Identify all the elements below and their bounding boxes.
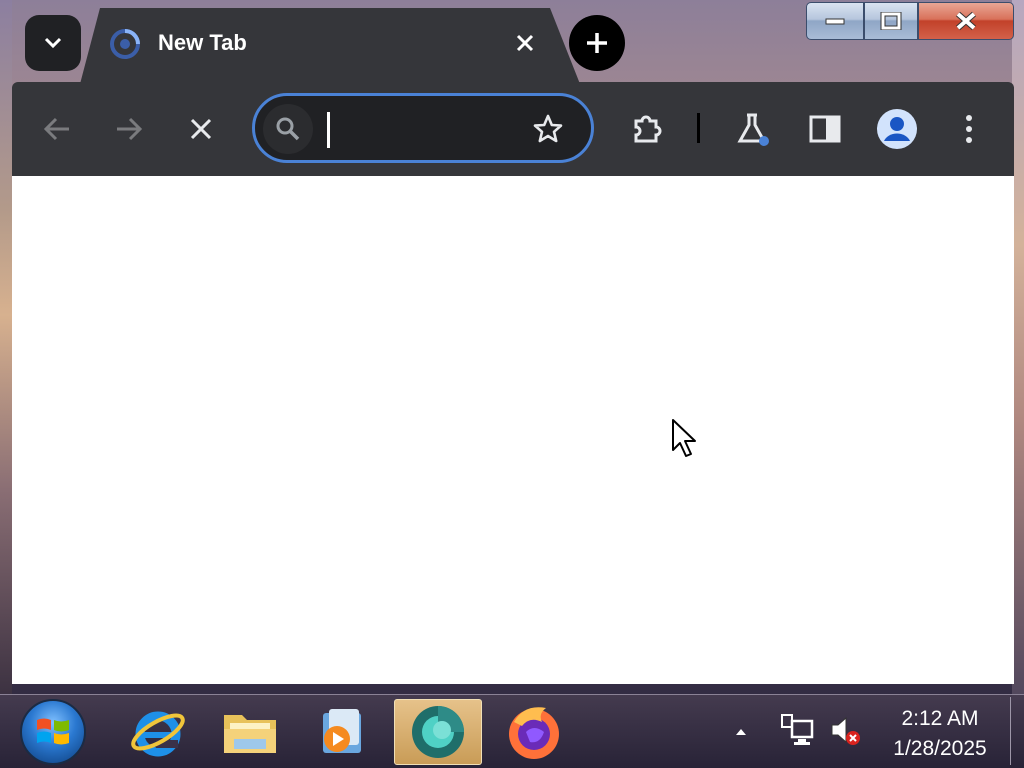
mouse-cursor-icon bbox=[672, 419, 696, 457]
tab-close-button[interactable] bbox=[510, 28, 540, 58]
volume-muted-icon[interactable] bbox=[828, 713, 862, 747]
search-icon bbox=[276, 117, 300, 141]
show-desktop-button[interactable] bbox=[1010, 697, 1022, 765]
extensions-button[interactable] bbox=[624, 106, 670, 152]
media-player-icon bbox=[323, 709, 361, 753]
star-icon bbox=[533, 114, 563, 143]
taskbar-firefox[interactable] bbox=[490, 699, 578, 765]
tray-clock-time[interactable]: 2:12 AM bbox=[880, 707, 1000, 731]
close-window-button[interactable] bbox=[918, 2, 1014, 40]
back-button[interactable] bbox=[34, 106, 80, 152]
tab-search-button[interactable] bbox=[25, 15, 81, 71]
side-panel-icon bbox=[809, 115, 841, 143]
arrow-left-icon bbox=[43, 117, 69, 141]
folder-icon bbox=[224, 715, 276, 753]
menu-button[interactable] bbox=[946, 106, 992, 152]
show-hidden-icons-icon[interactable] bbox=[734, 725, 748, 739]
taskbar-chrome-canary[interactable] bbox=[394, 699, 482, 765]
close-icon bbox=[190, 118, 212, 140]
profile-button[interactable] bbox=[874, 106, 920, 152]
minimize-icon bbox=[825, 18, 845, 25]
side-panel-button[interactable] bbox=[802, 106, 848, 152]
labs-button[interactable] bbox=[730, 106, 776, 152]
close-icon bbox=[956, 11, 976, 31]
new-tab-button[interactable] bbox=[569, 15, 625, 71]
close-icon bbox=[516, 34, 534, 52]
omnibox-search-button[interactable] bbox=[263, 104, 313, 154]
taskbar-media-player[interactable] bbox=[298, 699, 386, 765]
tray-clock-date[interactable]: 1/28/2025 bbox=[880, 737, 1000, 761]
profile-avatar-icon bbox=[877, 109, 917, 149]
kebab-menu-icon bbox=[966, 115, 972, 143]
tab-title: New Tab bbox=[158, 30, 247, 55]
puzzle-icon bbox=[634, 115, 662, 143]
maximize-button[interactable] bbox=[864, 2, 918, 40]
arrow-right-icon bbox=[117, 117, 143, 141]
chrome-loading-icon bbox=[110, 29, 140, 59]
flask-icon bbox=[737, 113, 769, 146]
taskbar-internet-explorer[interactable] bbox=[114, 699, 202, 765]
taskbar: 2:12 AM 1/28/2025 bbox=[0, 694, 1024, 768]
chrome-canary-icon bbox=[412, 706, 464, 758]
firefox-icon bbox=[509, 707, 559, 759]
desktop-wallpaper-left bbox=[0, 0, 12, 700]
chevron-down-icon bbox=[44, 37, 62, 49]
ie-icon bbox=[131, 711, 185, 757]
page-content[interactable] bbox=[12, 176, 1014, 684]
stop-loading-button[interactable] bbox=[178, 106, 224, 152]
maximize-icon bbox=[880, 12, 902, 30]
omnibox[interactable] bbox=[252, 93, 594, 163]
start-button[interactable] bbox=[20, 699, 86, 765]
tab-new-tab[interactable] bbox=[80, 8, 580, 84]
omnibox-input[interactable] bbox=[325, 110, 515, 148]
minimize-button[interactable] bbox=[806, 2, 864, 40]
plus-icon bbox=[587, 33, 607, 53]
text-caret bbox=[327, 112, 330, 148]
toolbar-divider bbox=[697, 113, 700, 143]
windows-logo-icon bbox=[37, 718, 69, 745]
forward-button[interactable] bbox=[106, 106, 152, 152]
taskbar-file-explorer[interactable] bbox=[206, 699, 294, 765]
network-icon[interactable] bbox=[780, 713, 814, 747]
bookmark-button[interactable] bbox=[531, 112, 565, 146]
window-controls bbox=[806, 2, 1014, 40]
